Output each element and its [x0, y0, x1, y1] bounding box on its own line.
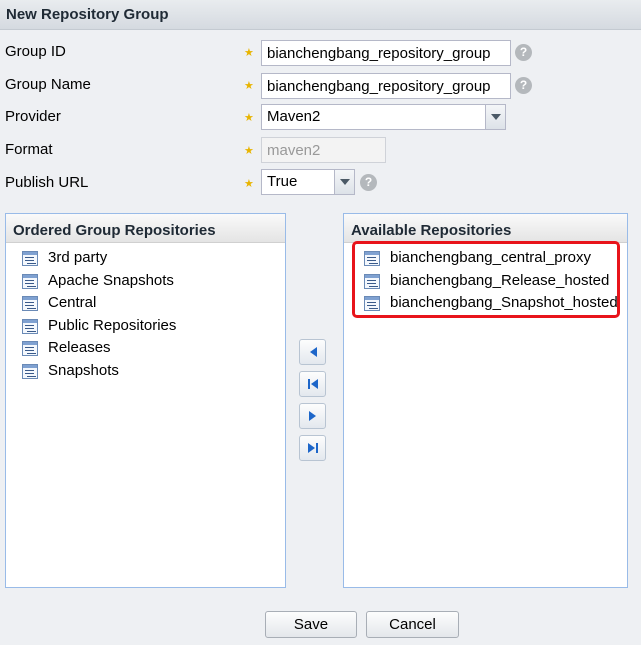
- group-id-required-star-icon: ★: [244, 47, 254, 59]
- available-panel-title: Available Repositories: [344, 214, 627, 243]
- group-name-label: Group Name: [5, 76, 91, 93]
- publish-url-dropdown-arrow-icon[interactable]: [334, 170, 354, 194]
- format-required-star-icon: ★: [244, 145, 254, 157]
- ordered-repo-item[interactable]: Snapshots: [22, 360, 285, 383]
- provider-dropdown-arrow-icon[interactable]: [485, 105, 505, 129]
- ordered-repo-list: 3rd party Apache Snapshots Central Publi…: [6, 243, 285, 383]
- ordered-panel-title: Ordered Group Repositories: [6, 214, 285, 243]
- provider-label: Provider: [5, 108, 61, 125]
- group-id-help-icon[interactable]: ?: [515, 44, 532, 61]
- repository-icon: [22, 341, 38, 357]
- move-right-icon: [309, 411, 316, 421]
- move-right-button[interactable]: [299, 403, 326, 429]
- move-all-left-icon: [308, 379, 318, 389]
- ordered-repo-label: 3rd party: [48, 249, 108, 266]
- group-name-input[interactable]: [261, 73, 511, 99]
- provider-select[interactable]: Maven2: [261, 104, 506, 130]
- save-button[interactable]: Save: [265, 611, 357, 638]
- move-all-left-button[interactable]: [299, 371, 326, 397]
- ordered-group-repositories-panel: Ordered Group Repositories 3rd party Apa…: [5, 213, 286, 588]
- ordered-repo-item[interactable]: 3rd party: [22, 247, 285, 270]
- ordered-repo-label: Snapshots: [48, 361, 119, 379]
- repository-icon: [22, 363, 38, 379]
- window-title: New Repository Group: [6, 6, 169, 23]
- repository-icon: [22, 251, 38, 266]
- move-left-icon: [310, 347, 317, 357]
- move-all-right-icon: [308, 443, 318, 453]
- ordered-repo-item[interactable]: Apache Snapshots: [22, 270, 285, 293]
- format-input: [261, 137, 386, 163]
- publish-url-help-icon[interactable]: ?: [360, 174, 377, 191]
- ordered-repo-label: Public Repositories: [48, 316, 177, 334]
- ordered-repo-item[interactable]: Public Repositories: [22, 315, 285, 338]
- ordered-repo-label: Central: [48, 294, 97, 312]
- publish-url-label: Publish URL: [5, 174, 89, 191]
- publish-url-select[interactable]: True: [261, 169, 355, 195]
- group-id-input[interactable]: [261, 40, 511, 66]
- ordered-repo-label: Apache Snapshots: [48, 271, 174, 289]
- group-name-required-star-icon: ★: [244, 80, 254, 92]
- cancel-button[interactable]: Cancel: [366, 611, 459, 638]
- highlight-annotation-box: [352, 241, 620, 318]
- move-all-right-button[interactable]: [299, 435, 326, 461]
- publish-url-required-star-icon: ★: [244, 178, 254, 190]
- repository-icon: [22, 318, 38, 334]
- move-left-button[interactable]: [299, 339, 326, 365]
- publish-url-select-value: True: [267, 173, 298, 190]
- format-label: Format: [5, 141, 53, 158]
- provider-select-value: Maven2: [267, 108, 321, 125]
- provider-required-star-icon: ★: [244, 112, 254, 124]
- repository-icon: [22, 296, 38, 312]
- ordered-repo-item[interactable]: Releases: [22, 337, 285, 360]
- group-name-help-icon[interactable]: ?: [515, 77, 532, 94]
- repository-icon: [22, 273, 38, 289]
- ordered-repo-label: Releases: [48, 339, 111, 357]
- window-titlebar: New Repository Group: [0, 0, 641, 30]
- group-id-label: Group ID: [5, 43, 66, 60]
- ordered-repo-item[interactable]: Central: [22, 292, 285, 315]
